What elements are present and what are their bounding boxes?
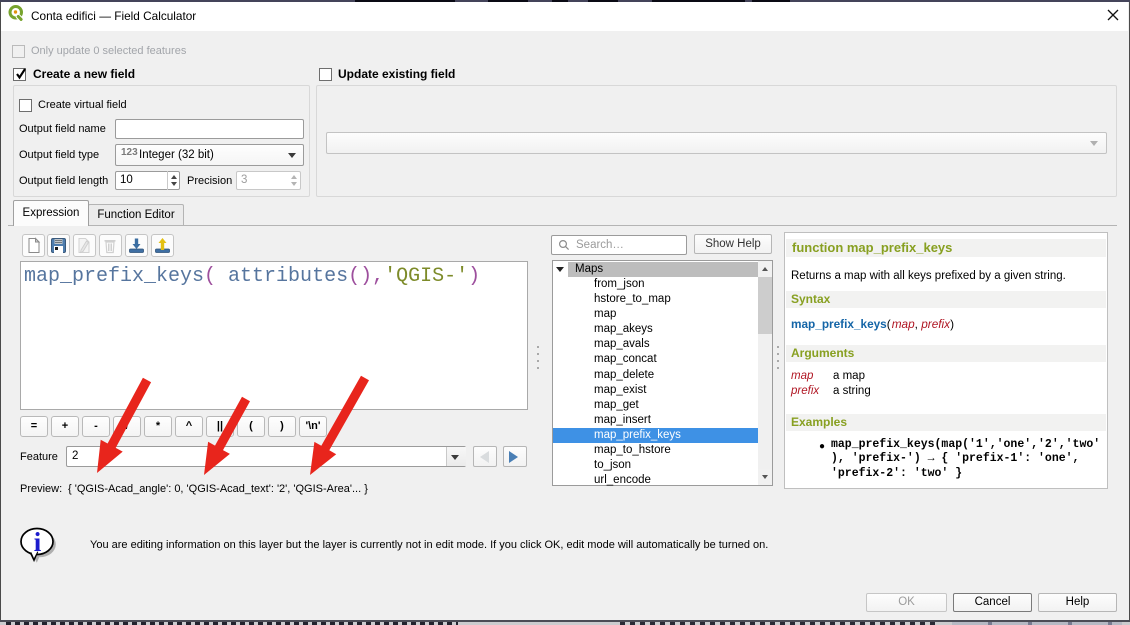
svg-text:i: i <box>34 527 42 557</box>
